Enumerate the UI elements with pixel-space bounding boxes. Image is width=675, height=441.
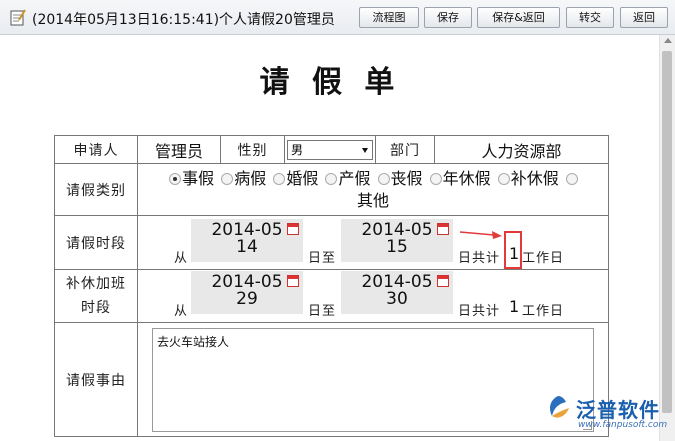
date-line-2: 15 [386, 236, 408, 257]
highlight-box [504, 230, 522, 269]
fanpu-logo-icon [550, 396, 569, 418]
date-line-2: 29 [236, 289, 258, 309]
overtime-days-value: 1 [509, 297, 520, 316]
save-button[interactable]: 保存 [424, 7, 472, 28]
radio-qita[interactable] [565, 173, 578, 185]
period-start-date[interactable]: 2014-05 14 [191, 218, 303, 262]
overtime-cell: 从 2014-05 29 日至 2014-05 30 日共计 1 工作日 [137, 269, 609, 323]
radio-chanjia[interactable] [325, 173, 338, 185]
date-line-2: 14 [236, 236, 258, 257]
applicant-label: 申请人 [54, 135, 138, 164]
red-arrow-annotation [460, 230, 502, 239]
radio-label: 事假 [182, 168, 215, 188]
title-bar: (2014年05月13日16:15:41)个人请假20管理员 流程图 保存 保存… [0, 0, 675, 35]
radio-label: 产假 [338, 168, 371, 188]
brand-logo: 泛普软件 www.fanpusoft.com [544, 392, 670, 438]
period-end-date[interactable]: 2014-05 15 [341, 218, 453, 262]
workday-text: 工作日 [522, 250, 565, 266]
overtime-row: 从 2014-05 29 日至 2014-05 30 日共计 1 工作日 [138, 270, 608, 322]
back-button[interactable]: 返回 [620, 7, 668, 28]
day-to-text: 日至 [308, 250, 337, 266]
radio-hunjia[interactable] [273, 173, 286, 185]
document-edit-icon [10, 9, 26, 26]
gender-selected-value: 男 [291, 142, 304, 157]
gender-cell: 男 [284, 135, 376, 164]
radio-buxiujia[interactable] [497, 173, 510, 185]
brand-name: 泛普软件 [576, 398, 660, 422]
radio-shijia[interactable] [169, 173, 182, 185]
workday-text: 工作日 [522, 304, 565, 319]
period-row: 从 2014-05 14 日至 2014-05 15 日共计 1 工作日 [138, 217, 608, 269]
calendar-icon[interactable] [437, 222, 449, 235]
radio-nianxiujia[interactable] [429, 173, 442, 185]
day-to-text: 日至 [308, 304, 337, 319]
applicant-value: 管理员 [137, 135, 221, 164]
reason-text: 去火车站接人 [157, 334, 230, 349]
overtime-end-date[interactable]: 2014-05 30 [341, 271, 453, 314]
category-radio-group: 事假 病假 婚假 产假 丧假 年休假 补休假 其他 [137, 163, 609, 216]
calendar-icon[interactable] [437, 275, 449, 287]
page-title: 请 假 单 [259, 65, 401, 100]
overtime-label-line1: 补休加班 [66, 276, 126, 292]
radio-label: 婚假 [286, 168, 319, 188]
total-prefix-text: 日共计 [458, 250, 501, 266]
dropdown-arrow-icon [362, 147, 368, 153]
transfer-button[interactable]: 转交 [566, 7, 614, 28]
gender-select[interactable]: 男 [287, 139, 373, 160]
leave-form: 申请人 管理员 性别 男 部门 人力资源部 请假类别 事假 病假 婚假 产假 丧… [54, 135, 609, 437]
category-label: 请假类别 [54, 163, 138, 216]
radio-bingjia[interactable] [221, 173, 234, 185]
radio-sangjia[interactable] [377, 173, 390, 185]
window-title: (2014年05月13日16:15:41)个人请假20管理员 [32, 12, 335, 28]
total-prefix-text: 日共计 [458, 304, 501, 319]
scroll-thumb[interactable] [662, 51, 672, 413]
overtime-label: 补休加班 时段 [54, 269, 138, 323]
period-cell: 从 2014-05 14 日至 2014-05 15 日共计 1 工作日 [137, 215, 609, 270]
brand-url: www.fanpusoft.com [578, 420, 668, 430]
period-label: 请假时段 [54, 215, 138, 270]
radio-label: 补休假 [510, 168, 559, 188]
from-text: 从 [174, 250, 189, 266]
reason-cell: 去火车站接人 [137, 322, 609, 437]
radio-label: 丧假 [390, 168, 423, 188]
radio-label: 其他 [356, 190, 389, 210]
save-return-button[interactable]: 保存&返回 [477, 7, 560, 28]
flowchart-button[interactable]: 流程图 [359, 7, 419, 28]
scroll-up-icon[interactable] [664, 38, 672, 43]
overtime-start-date[interactable]: 2014-05 29 [191, 271, 303, 314]
gender-label: 性别 [220, 135, 285, 164]
date-line-2: 30 [386, 289, 408, 309]
vertical-scrollbar[interactable] [659, 35, 675, 441]
dept-value: 人力资源部 [434, 135, 609, 164]
reason-textarea[interactable]: 去火车站接人 [152, 327, 594, 432]
calendar-icon[interactable] [287, 222, 299, 235]
radio-label: 病假 [234, 168, 267, 188]
dept-label: 部门 [375, 135, 435, 164]
overtime-label-line2: 时段 [81, 300, 111, 316]
from-text: 从 [174, 304, 189, 319]
reason-label: 请假事由 [54, 322, 138, 437]
calendar-icon[interactable] [287, 275, 299, 287]
radio-label: 年休假 [442, 168, 491, 188]
